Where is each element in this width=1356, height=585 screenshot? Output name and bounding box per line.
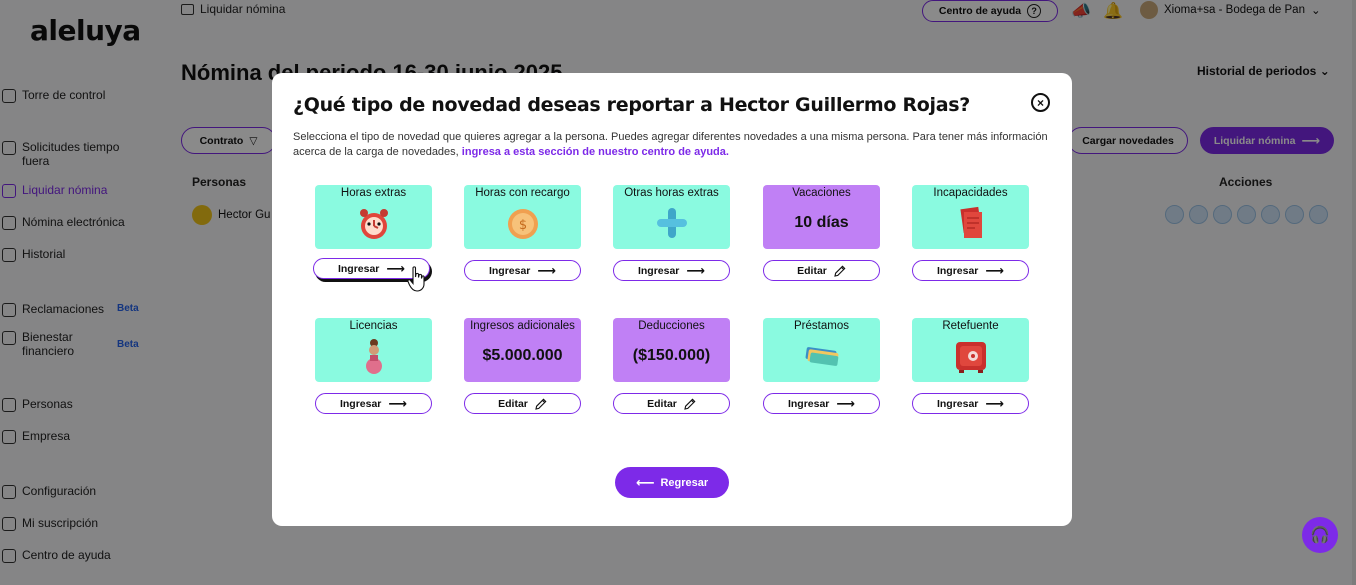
novelty-card-retefuente: Retefuente Ingresar ⟶ <box>912 318 1029 414</box>
close-icon[interactable]: × <box>1031 93 1050 112</box>
novelty-card-box: Retefuente <box>912 318 1029 382</box>
novelty-card-box: Incapacidades <box>912 185 1029 249</box>
novelty-card-licencias: Licencias Ingresar ⟶ <box>315 318 432 414</box>
button-label: Editar <box>797 264 827 277</box>
arrow-right-icon: ⟶ <box>686 263 706 278</box>
arrow-right-icon: ⟶ <box>386 261 406 276</box>
novelty-card-label: Incapacidades <box>933 187 1008 199</box>
button-label: Ingresar <box>337 262 380 275</box>
novelty-card-ingresos-adicionales: Ingresos adicionales $5.000.000 Editar <box>464 318 581 414</box>
novelty-card-value: 10 días <box>794 214 849 231</box>
novelty-card-box: Vacaciones 10 días <box>763 185 880 249</box>
novelty-card-label: Ingresos adicionales <box>470 320 575 332</box>
novelty-card-box: Otras horas extras <box>613 185 730 249</box>
novelty-card-value: ($150.000) <box>632 347 711 364</box>
novelty-card-label: Préstamos <box>794 320 849 332</box>
novelty-card-box: Préstamos <box>763 318 880 382</box>
novelty-card-label: Vacaciones <box>792 187 851 199</box>
help-center-link[interactable]: ingresa a esta sección de nuestro centro… <box>462 146 729 158</box>
novelty-card-otras-horas-extras: Otras horas extras Ingresar ⟶ <box>613 185 730 281</box>
modal-description: Selecciona el tipo de novedad que quiere… <box>293 130 1053 160</box>
novelty-card-label: Licencias <box>349 320 398 332</box>
button-label: Ingresar <box>936 264 979 277</box>
novelty-type-modal: ¿Qué tipo de novedad deseas reportar a H… <box>272 73 1072 526</box>
edit-button[interactable]: Editar <box>763 260 880 281</box>
arrow-right-icon: ⟶ <box>985 396 1005 411</box>
button-label: Editar <box>647 397 677 410</box>
arrow-right-icon: ⟶ <box>388 396 408 411</box>
novelty-card-horas-con-recargo: Horas con recargo $ Ingresar ⟶ <box>464 185 581 281</box>
enter-button[interactable]: Ingresar ⟶ <box>763 393 880 414</box>
novelty-card-value: $5.000.000 <box>482 347 563 364</box>
headset-icon: 🎧 <box>1310 527 1330 544</box>
back-button[interactable]: ⟵ Regresar <box>615 467 729 498</box>
button-label: Ingresar <box>637 264 680 277</box>
arrow-right-icon: ⟶ <box>537 263 557 278</box>
button-label: Ingresar <box>787 397 830 410</box>
novelty-card-prestamos: Préstamos Ingresar ⟶ <box>763 318 880 414</box>
novelty-card-label: Horas extras <box>340 187 407 199</box>
novelty-card-label: Deducciones <box>638 320 705 332</box>
pencil-icon <box>684 398 696 410</box>
back-button-label: Regresar <box>660 476 709 489</box>
modal-title: ¿Qué tipo de novedad deseas reportar a H… <box>293 94 970 116</box>
arrow-right-icon: ⟶ <box>836 396 856 411</box>
novelty-card-label: Retefuente <box>942 320 999 332</box>
edit-button[interactable]: Editar <box>464 393 581 414</box>
novelty-card-label: Otras horas extras <box>624 187 719 199</box>
novelty-card-box: Ingresos adicionales $5.000.000 <box>464 318 581 382</box>
novelty-card-box: Licencias <box>315 318 432 382</box>
novelty-card-box: Horas con recargo $ <box>464 185 581 249</box>
hand-cursor-icon <box>407 266 425 292</box>
enter-button[interactable]: Ingresar ⟶ <box>912 393 1029 414</box>
button-label: Ingresar <box>936 397 979 410</box>
arrow-left-icon: ⟵ <box>635 475 655 490</box>
novelty-card-deducciones: Deducciones ($150.000) Editar <box>613 318 730 414</box>
pencil-icon <box>535 398 547 410</box>
edit-button[interactable]: Editar <box>613 393 730 414</box>
button-label: Editar <box>498 397 528 410</box>
enter-button[interactable]: Ingresar ⟶ <box>315 393 432 414</box>
novelty-card-box: Horas extras <box>315 185 432 249</box>
support-chat-button[interactable]: 🎧 <box>1302 517 1338 553</box>
novelty-card-vacaciones: Vacaciones 10 días Editar <box>763 185 880 281</box>
pencil-icon <box>834 265 846 277</box>
arrow-right-icon: ⟶ <box>985 263 1005 278</box>
button-label: Ingresar <box>488 264 531 277</box>
button-label: Ingresar <box>339 397 382 410</box>
novelty-card-box: Deducciones ($150.000) <box>613 318 730 382</box>
svg-text:$: $ <box>518 218 526 233</box>
novelty-card-label: Horas con recargo <box>475 187 570 199</box>
enter-button[interactable]: Ingresar ⟶ <box>613 260 730 281</box>
novelty-card-incapacidades: Incapacidades Ingresar ⟶ <box>912 185 1029 281</box>
enter-button[interactable]: Ingresar ⟶ <box>912 260 1029 281</box>
enter-button[interactable]: Ingresar ⟶ <box>464 260 581 281</box>
